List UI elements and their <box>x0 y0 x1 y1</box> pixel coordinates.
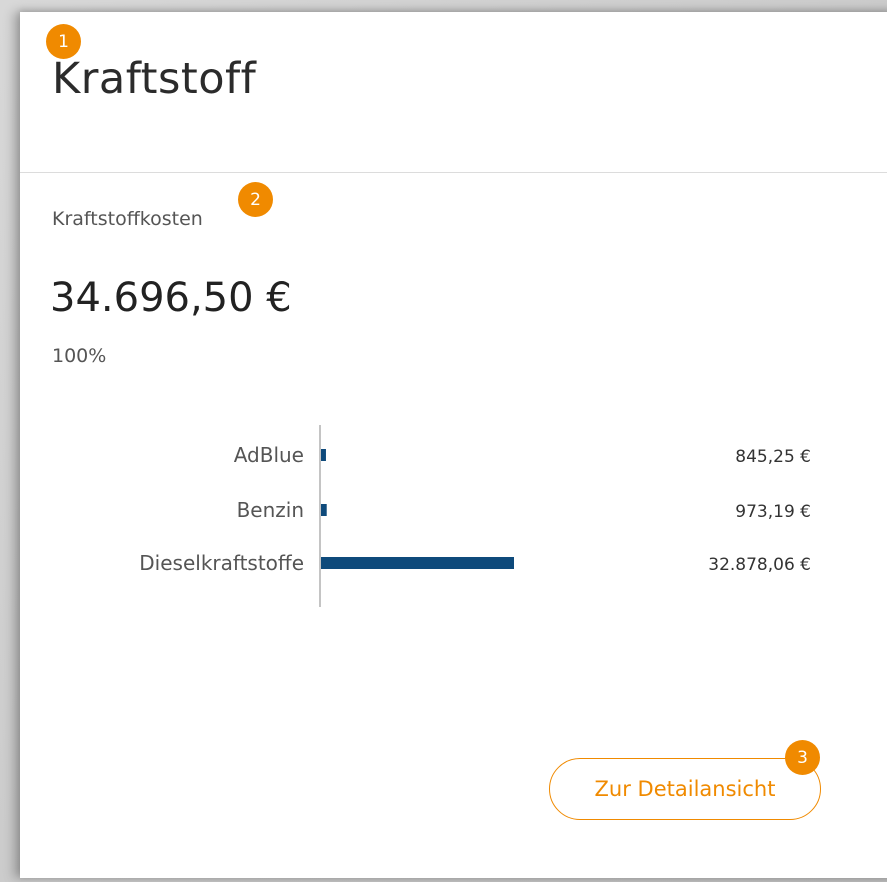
detail-view-button[interactable]: Zur Detailansicht <box>549 758 821 820</box>
card-title: Kraftstoff <box>52 54 257 104</box>
step-badge-2: 2 <box>238 182 273 217</box>
step-badge-1: 1 <box>46 24 81 59</box>
kpi-percent: 100% <box>52 345 107 367</box>
step-badge-3: 3 <box>785 740 820 775</box>
kpi-value: 34.696,50 € <box>50 275 292 321</box>
kpi-label: Kraftstoffkosten <box>52 208 203 230</box>
fuel-card <box>20 12 887 878</box>
